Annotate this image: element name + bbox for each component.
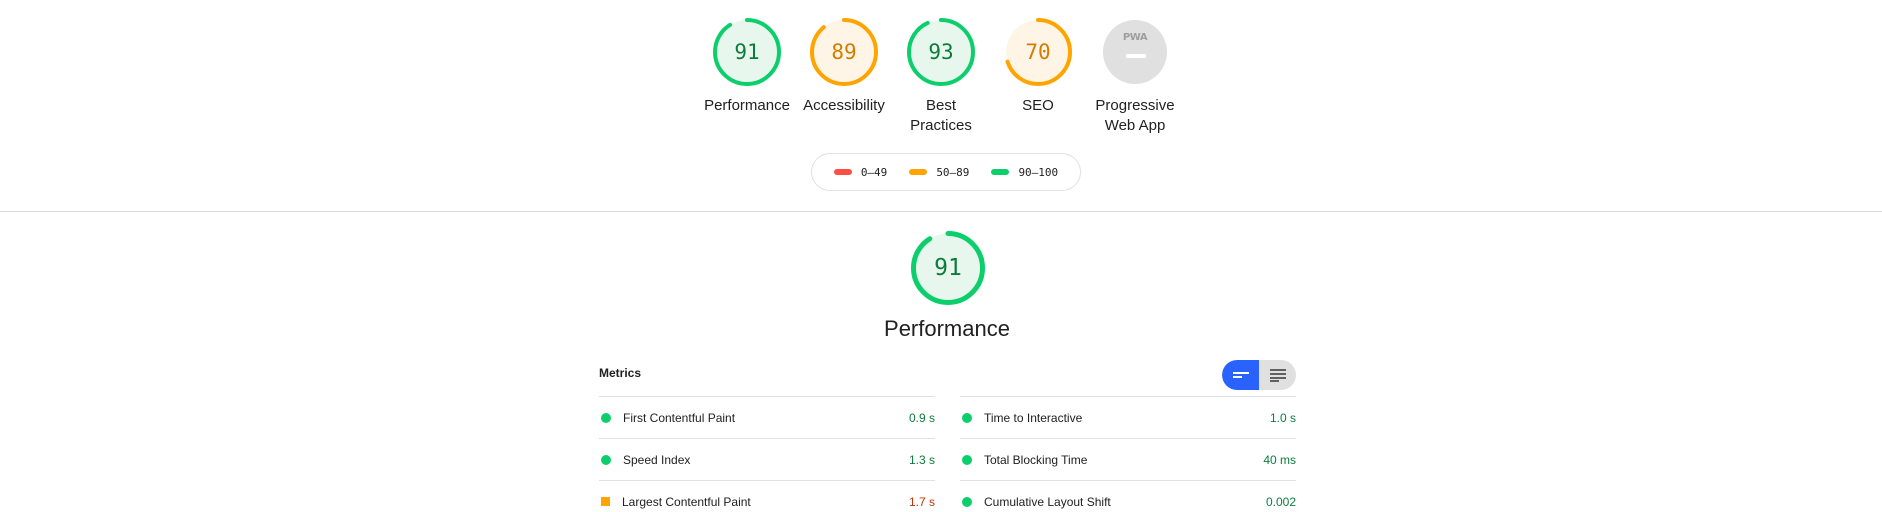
pwa-badge-text: PWA: [1122, 32, 1148, 43]
metric-value: 0.002: [1265, 494, 1296, 509]
pass-indicator-icon: [601, 412, 611, 423]
gauge-label: Accessibility: [803, 97, 885, 114]
gauge-label: Progressive Web App: [1095, 97, 1175, 134]
section-divider: [0, 211, 1882, 212]
gauge-seo[interactable]: 70 SEO: [990, 18, 1087, 136]
metric-title: Cumulative Layout Shift: [984, 494, 1111, 509]
expanded-view-button[interactable]: [1259, 360, 1296, 390]
metric-time-to-interactive: Time to Interactive 1.0 s: [960, 396, 1296, 438]
gauge-score: 91: [734, 40, 760, 64]
metric-value: 40 ms: [1263, 452, 1296, 467]
gauge-accessibility[interactable]: 89 Accessibility: [796, 18, 893, 136]
gauge-best-practices[interactable]: 93 Best Practices: [893, 18, 990, 136]
category-gauges: 91 Performance 89 Accessibility 93 Best …: [0, 18, 1882, 136]
metrics-column-left: First Contentful Paint 0.9 s Speed Index…: [599, 396, 935, 512]
metric-speed-index: Speed Index 1.3 s: [599, 438, 935, 480]
metric-title: First Contentful Paint: [623, 410, 736, 425]
legend-range: 90–100: [1018, 165, 1059, 179]
metric-title: Time to Interactive: [984, 410, 1083, 425]
gauge-score: 70: [1025, 40, 1051, 64]
metric-largest-contentful-paint: Largest Contentful Paint 1.7 s: [599, 480, 935, 512]
lighthouse-report: 91 Performance 89 Accessibility 93 Best …: [0, 0, 1882, 512]
metric-title: Total Blocking Time: [984, 452, 1088, 467]
metrics-column-right: Time to Interactive 1.0 s Total Blocking…: [960, 396, 1296, 512]
compact-view-icon: [1232, 372, 1249, 378]
pwa-badge-icon: PWA: [1103, 20, 1167, 84]
gauge-score: 89: [831, 40, 857, 64]
gauge-performance[interactable]: 91 Performance: [699, 18, 796, 136]
metrics-header: Metrics: [599, 366, 642, 380]
pwa-dash-icon: [1126, 54, 1146, 58]
metric-cumulative-layout-shift: Cumulative Layout Shift 0.002: [960, 480, 1296, 512]
compact-view-button[interactable]: [1222, 360, 1259, 390]
performance-title: Performance: [884, 316, 1010, 341]
score-scale-legend: 0–49 50–89 90–100: [811, 153, 1081, 191]
metrics-grid: First Contentful Paint 0.9 s Speed Index…: [599, 396, 1296, 512]
pass-indicator-icon: [601, 454, 611, 465]
gauge-label: SEO: [1022, 97, 1054, 114]
gauge-ring: 91: [713, 18, 781, 86]
metric-value: 0.9 s: [908, 410, 935, 425]
metric-value: 1.3 s: [908, 452, 935, 467]
legend-item-fail: 0–49: [833, 165, 888, 179]
gauge-ring: 70: [1004, 18, 1072, 86]
pass-indicator-icon: [962, 496, 972, 507]
metrics-view-toggle[interactable]: [1222, 360, 1296, 390]
legend-swatch: [991, 169, 1010, 175]
legend-range: 0–49: [860, 165, 888, 179]
legend-range: 50–89: [936, 165, 970, 179]
legend-swatch: [833, 169, 852, 175]
metric-value: 1.7 s: [908, 494, 935, 509]
pass-indicator-icon: [962, 454, 972, 465]
metric-value: 1.0 s: [1269, 410, 1296, 425]
metric-title: Largest Contentful Paint: [622, 494, 751, 509]
average-indicator-icon: [601, 497, 610, 506]
gauge-ring: 89: [810, 18, 878, 86]
gauge-pwa[interactable]: PWA Progressive Web App: [1087, 18, 1184, 136]
metric-first-contentful-paint: First Contentful Paint 0.9 s: [599, 396, 935, 438]
legend-item-average: 50–89: [909, 166, 969, 179]
performance-score: 91: [934, 255, 962, 281]
gauge-label: Performance: [704, 97, 790, 114]
metric-total-blocking-time: Total Blocking Time 40 ms: [960, 438, 1296, 480]
expanded-view-icon: [1269, 369, 1286, 382]
performance-gauge: 91: [911, 231, 985, 305]
gauge-ring: 93: [907, 18, 975, 86]
legend-item-pass: 90–100: [991, 166, 1058, 179]
metric-title: Speed Index: [623, 452, 691, 467]
legend-swatch: [909, 169, 928, 175]
gauge-score: 93: [928, 40, 954, 64]
pwa-badge-ring: PWA: [1101, 18, 1169, 86]
gauge-label: Best Practices: [910, 97, 972, 134]
pass-indicator-icon: [962, 412, 972, 423]
